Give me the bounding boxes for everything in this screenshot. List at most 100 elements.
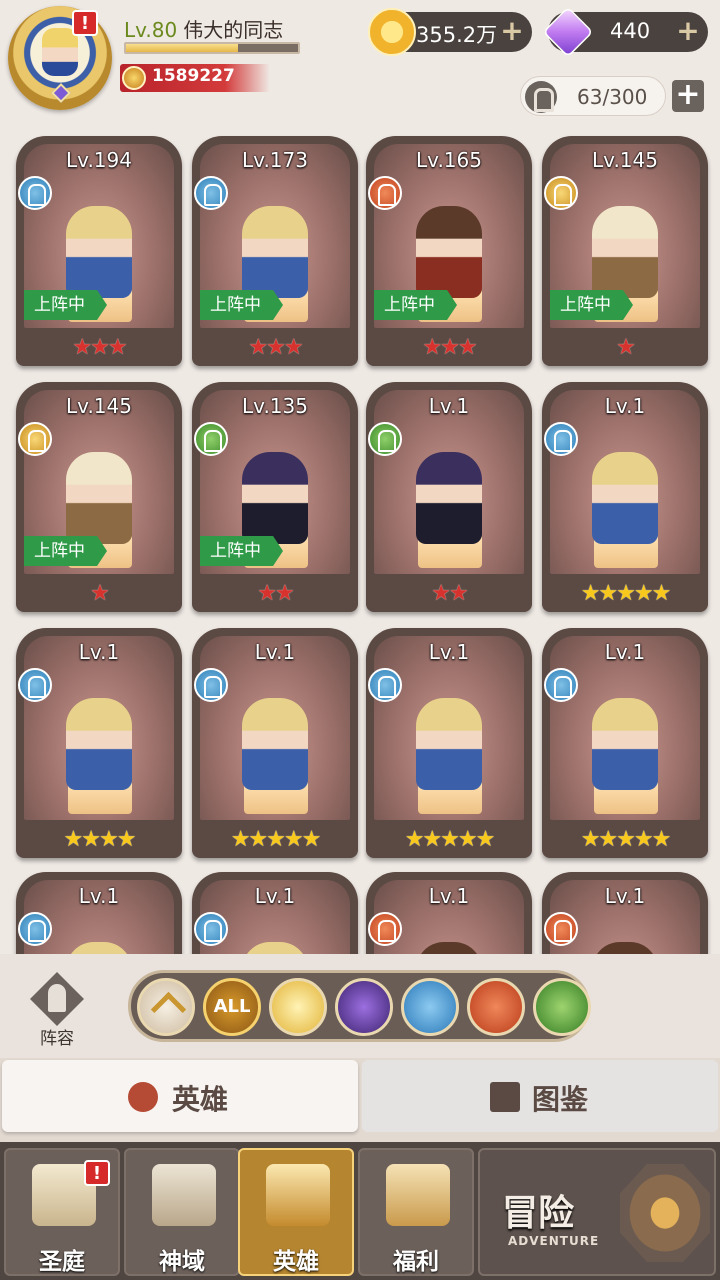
hero-stars: ★ — [90, 581, 110, 606]
hero-card[interactable]: Lv.145 上阵中 ★ — [542, 136, 708, 366]
hero-card[interactable]: Lv.173 上阵中 ★★★ — [192, 136, 358, 366]
element-filter: ALL — [128, 970, 591, 1042]
chess-pawn-icon — [30, 972, 84, 1026]
hero-card[interactable]: Lv.1 ★★★★★ — [366, 628, 532, 858]
fire-element-icon — [544, 912, 578, 946]
nav-divine-label: 神域 — [159, 1249, 205, 1275]
hero-stars: ★★★ — [422, 335, 477, 360]
hero-card[interactable]: Lv.1 ★★★★★ — [542, 382, 708, 612]
light-element-icon — [544, 176, 578, 210]
hero-level: Lv.135 — [242, 394, 308, 418]
hero-slot-icon — [525, 81, 557, 113]
water-element-icon — [18, 176, 52, 210]
hero-card[interactable]: Lv.1 ★★★★★ — [192, 628, 358, 858]
nav-welfare[interactable]: 福利 — [358, 1148, 474, 1276]
tab-codex[interactable]: 图鉴 — [362, 1060, 718, 1132]
hero-stars: ★ — [616, 335, 636, 360]
adventure-button[interactable]: 冒险 ADVENTURE — [478, 1148, 716, 1276]
combat-power-value: 1589227 — [152, 66, 235, 86]
hero-stars: ★★★ — [72, 335, 127, 360]
hero-stars: ★★★★★ — [404, 827, 496, 852]
wood-element-icon — [368, 422, 402, 456]
nav-divine[interactable]: 神域 — [124, 1148, 240, 1276]
player-avatar[interactable]: ! — [8, 6, 112, 110]
hero-card[interactable]: Lv.1 ★★ — [366, 382, 532, 612]
hero-stars: ★★★ — [248, 335, 303, 360]
player-level: Lv.80 — [124, 18, 178, 42]
gold-counter: 355.2万 + — [368, 8, 532, 56]
hero-sprite — [242, 698, 308, 790]
fire-element-icon — [368, 176, 402, 210]
hero-grid: Lv.194 上阵中 ★★★ Lv.173 上阵中 ★★★ Lv.165 上阵中 ★★★ Lv.1… — [0, 130, 720, 954]
hero-card[interactable]: Lv.135 上阵中 ★★ — [192, 382, 358, 612]
tab-heroes-label: 英雄 — [172, 1083, 229, 1116]
hero-level: Lv.145 — [66, 394, 132, 418]
hero-capacity: 63/300 — [520, 76, 666, 116]
hero-level: Lv.1 — [428, 394, 470, 418]
hero-card[interactable]: Lv.1 ★★★★★ — [542, 628, 708, 858]
nav-court-label: 圣庭 — [39, 1249, 85, 1275]
gold-coin-icon — [368, 8, 416, 56]
add-gold-button[interactable]: + — [498, 17, 526, 46]
combat-power: 1589227 — [120, 64, 270, 92]
wood-element-icon[interactable] — [533, 978, 591, 1036]
player-level-line: Lv.80 伟大的同志 — [124, 14, 283, 43]
light-element-icon — [18, 422, 52, 456]
compass-icon — [620, 1164, 710, 1262]
hero-level: Lv.1 — [604, 884, 646, 908]
hero-card[interactable]: Lv.1 — [16, 872, 182, 954]
hero-card[interactable]: Lv.194 上阵中 ★★★ — [16, 136, 182, 366]
filter-all-button[interactable]: ALL — [203, 978, 261, 1036]
adventure-subtitle: ADVENTURE — [508, 1234, 600, 1248]
nav-heroes[interactable]: 英雄 — [238, 1148, 354, 1276]
hero-level: Lv.1 — [78, 884, 120, 908]
treasure-chest-icon — [386, 1164, 450, 1226]
lineup-button[interactable]: 阵容 — [22, 972, 92, 1049]
deployed-badge: 上阵中 — [550, 290, 633, 320]
water-element-icon[interactable] — [401, 978, 459, 1036]
hero-sprite — [66, 452, 132, 544]
avatar-gem-icon — [51, 83, 71, 103]
hero-level: Lv.145 — [592, 148, 658, 172]
light-element-icon[interactable] — [269, 978, 327, 1036]
hero-sprite — [592, 452, 658, 544]
bottom-nav: ! 圣庭 神域 英雄 福利 冒险 ADVENTURE — [0, 1142, 720, 1280]
hero-stars: ★★★★ — [63, 827, 137, 852]
hero-card[interactable]: Lv.165 上阵中 ★★★ — [366, 136, 532, 366]
hero-capacity-value: 63/300 — [577, 85, 648, 109]
court-alert-badge: ! — [84, 1160, 110, 1186]
gem-counter: 440 + — [542, 6, 708, 58]
nav-heroes-label: 英雄 — [273, 1249, 319, 1275]
tab-codex-label: 图鉴 — [532, 1083, 589, 1116]
expand-capacity-button[interactable]: + — [672, 80, 704, 112]
nav-court[interactable]: ! 圣庭 — [4, 1148, 120, 1276]
hero-card[interactable]: Lv.1 — [542, 872, 708, 954]
hero-card[interactable]: Lv.1 — [366, 872, 532, 954]
water-element-icon — [18, 912, 52, 946]
hero-level: Lv.173 — [242, 148, 308, 172]
hero-card[interactable]: Lv.1 ★★★★ — [16, 628, 182, 858]
hero-tabs: 英雄 图鉴 — [0, 1058, 720, 1142]
hero-card[interactable]: Lv.145 上阵中 ★ — [16, 382, 182, 612]
add-gems-button[interactable]: + — [674, 17, 702, 46]
avatar-alert-badge: ! — [72, 10, 98, 36]
nav-welfare-label: 福利 — [393, 1249, 439, 1275]
hero-card[interactable]: Lv.1 — [192, 872, 358, 954]
hero-level: Lv.1 — [254, 884, 296, 908]
sort-up-icon[interactable] — [137, 978, 195, 1036]
water-element-icon — [368, 668, 402, 702]
hero-sprite — [416, 698, 482, 790]
dark-element-icon[interactable] — [335, 978, 393, 1036]
tab-heroes[interactable]: 英雄 — [2, 1060, 358, 1132]
hero-sprite — [242, 206, 308, 298]
water-element-icon — [544, 668, 578, 702]
gem-value: 440 — [610, 19, 651, 43]
hero-sprite — [416, 206, 482, 298]
deployed-badge: 上阵中 — [200, 290, 283, 320]
hero-sprite — [592, 206, 658, 298]
hero-level: Lv.165 — [416, 148, 482, 172]
diamond-icon — [542, 6, 594, 58]
hero-stars: ★★ — [431, 581, 468, 606]
water-element-icon — [194, 176, 228, 210]
fire-element-icon[interactable] — [467, 978, 525, 1036]
